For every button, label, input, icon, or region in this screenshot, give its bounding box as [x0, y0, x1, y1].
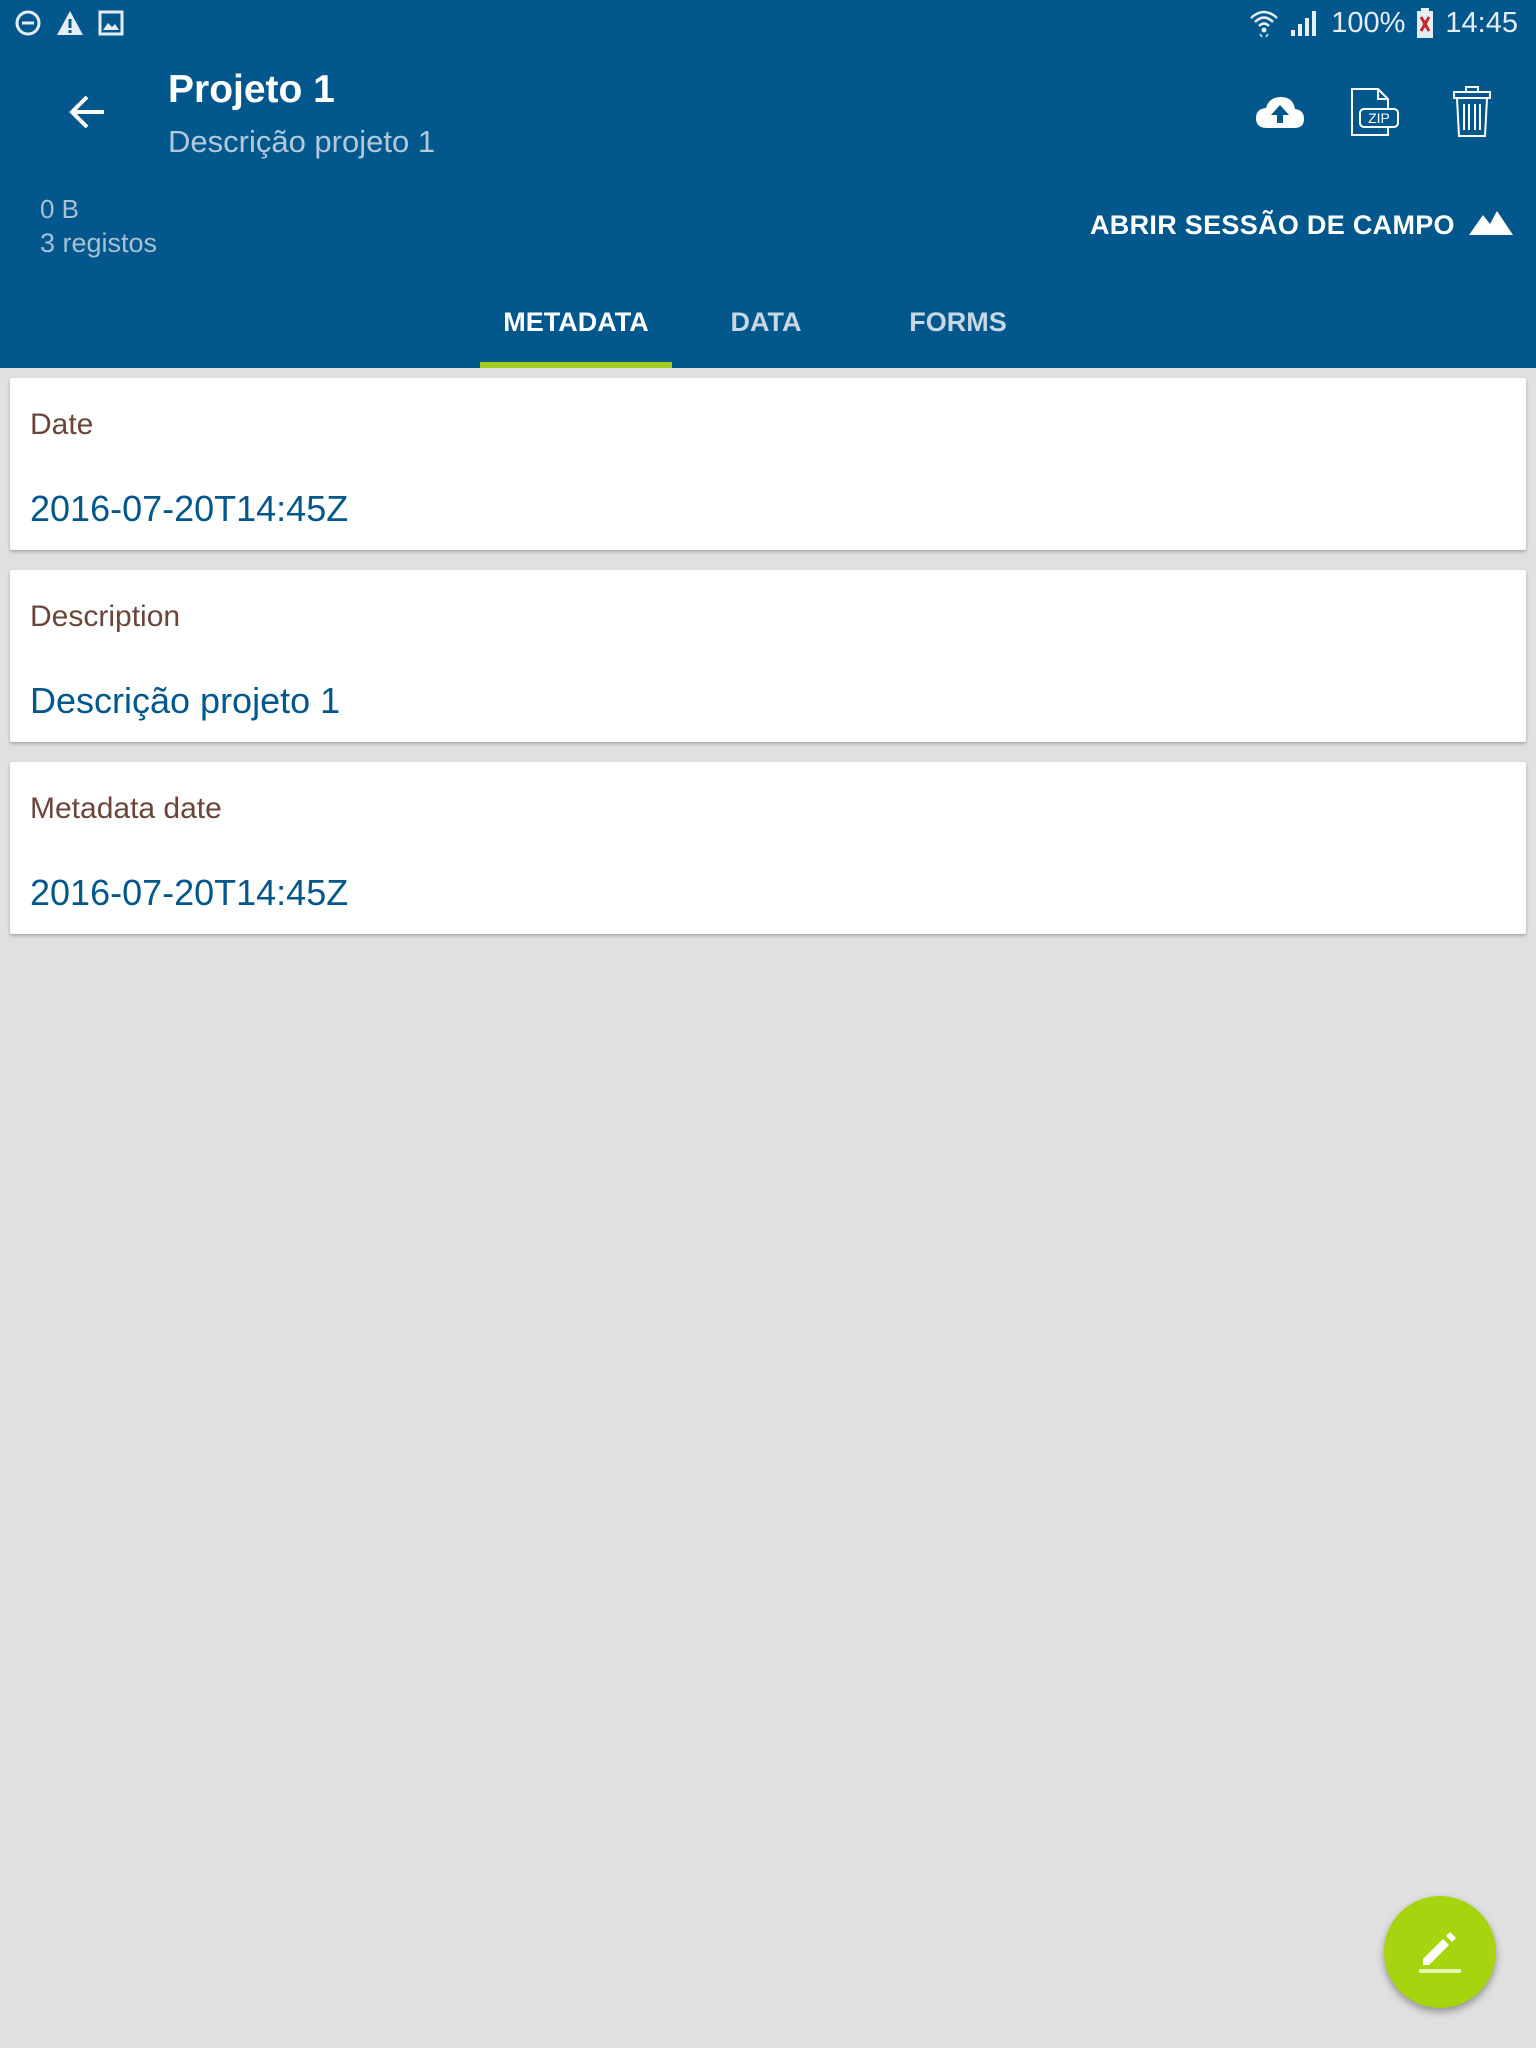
- record-count: 3 registos: [40, 228, 158, 258]
- back-button[interactable]: [60, 86, 116, 142]
- status-icons-right: 100% 14:45: [1249, 6, 1518, 40]
- card-label: Date: [30, 408, 94, 441]
- delete-button[interactable]: [1440, 82, 1504, 146]
- card-value: Descrição projeto 1: [30, 680, 341, 721]
- card-value: 2016-07-20T14:45Z: [30, 488, 349, 529]
- edit-icon: [1415, 1925, 1465, 1980]
- upload-button[interactable]: [1248, 82, 1312, 146]
- do-not-disturb-icon: [14, 9, 42, 37]
- tab-forms[interactable]: FORMS: [862, 300, 1054, 368]
- battery-text: 100%: [1331, 6, 1406, 39]
- battery-icon: [1415, 7, 1435, 39]
- mountain-icon[interactable]: [1468, 208, 1514, 236]
- metadata-card-description[interactable]: Description Descrição projeto 1: [10, 570, 1526, 742]
- app-bar: 100% 14:45 Projeto 1 Descrição projeto 1…: [0, 0, 1536, 368]
- zip-export-button[interactable]: ZIP: [1342, 82, 1406, 146]
- status-icons-left: [14, 8, 124, 38]
- metadata-card-date[interactable]: Date 2016-07-20T14:45Z: [10, 378, 1526, 550]
- card-label: Description: [30, 600, 181, 633]
- page-title: Projeto 1: [168, 68, 335, 111]
- edit-fab[interactable]: [1384, 1896, 1496, 2008]
- metadata-card-metadata-date[interactable]: Metadata date 2016-07-20T14:45Z: [10, 762, 1526, 934]
- project-size: 0 B: [40, 194, 80, 224]
- wifi-icon: [1249, 8, 1279, 38]
- clock: 14:45: [1445, 6, 1518, 39]
- image-icon: [98, 10, 124, 36]
- svg-text:ZIP: ZIP: [1368, 110, 1390, 126]
- signal-icon: [1289, 8, 1321, 38]
- open-field-session-button[interactable]: ABRIR SESSÃO DE CAMPO: [1090, 210, 1455, 241]
- card-value: 2016-07-20T14:45Z: [30, 872, 349, 913]
- warning-icon: [56, 10, 84, 36]
- zip-file-icon: ZIP: [1348, 87, 1400, 142]
- tab-data[interactable]: DATA: [670, 300, 862, 368]
- cloud-upload-icon: [1255, 95, 1305, 134]
- card-label: Metadata date: [30, 792, 222, 825]
- tab-indicator: [480, 362, 672, 368]
- tab-metadata[interactable]: METADATA: [480, 300, 672, 368]
- trash-icon: [1452, 85, 1492, 143]
- page-subtitle: Descrição projeto 1: [168, 124, 436, 159]
- arrow-back-icon: [69, 95, 107, 134]
